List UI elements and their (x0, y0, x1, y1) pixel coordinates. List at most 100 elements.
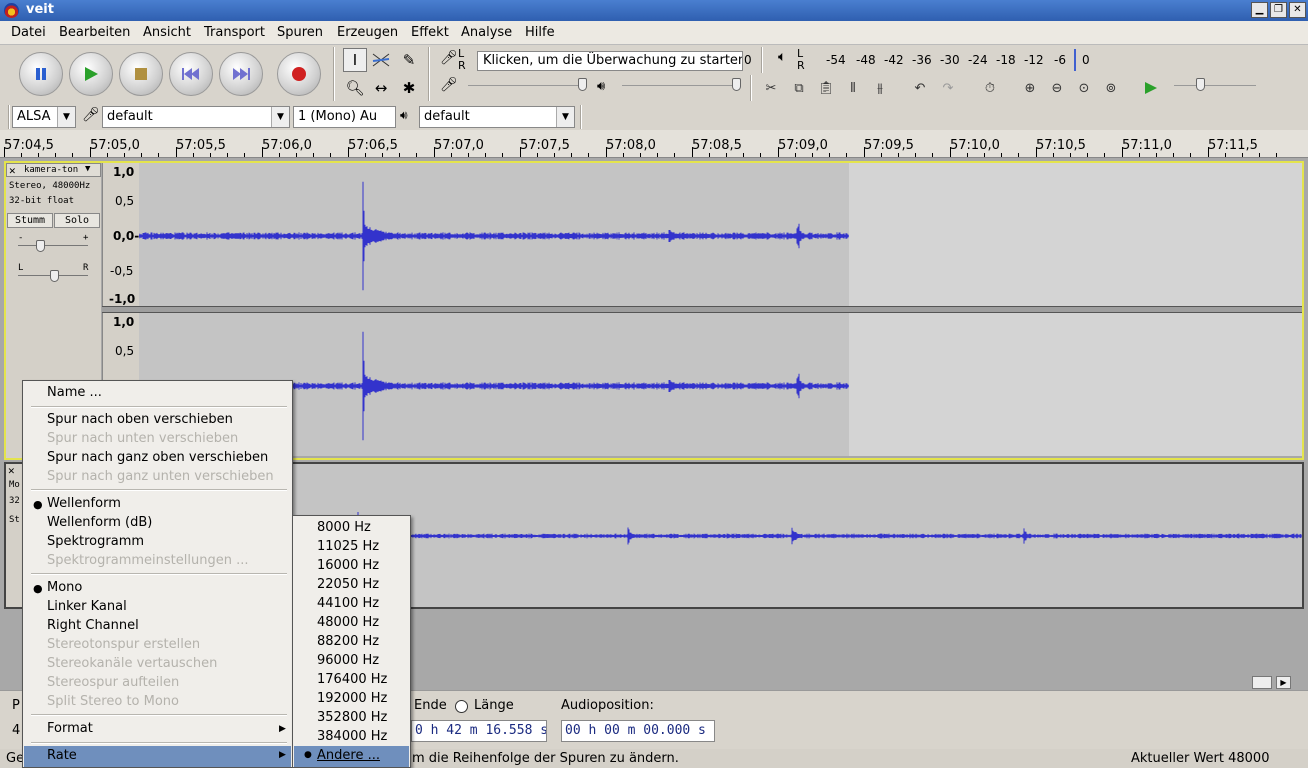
fit-selection-icon[interactable]: ⊙ (1071, 76, 1097, 100)
rate-item[interactable]: 96000 Hz (317, 653, 379, 668)
menu-item-spectrogram[interactable]: Spektrogramm (47, 534, 144, 549)
play-button[interactable] (69, 52, 113, 96)
play-meter-r: R (797, 59, 805, 72)
menu-item-name[interactable]: Name ... (47, 385, 102, 400)
rate-item[interactable]: 192000 Hz (317, 691, 387, 706)
rate-item[interactable]: 22050 Hz (317, 577, 379, 592)
slider-thumb[interactable] (1196, 78, 1205, 91)
playback-device-select[interactable]: default ▼ (419, 106, 575, 128)
rate-item[interactable]: 11025 Hz (317, 539, 379, 554)
rate-item[interactable]: 88200 Hz (317, 634, 379, 649)
rate-item[interactable]: 352800 Hz (317, 710, 387, 725)
sync-lock-icon[interactable]: ⏱ (977, 76, 1003, 100)
rate-item[interactable]: 44100 Hz (317, 596, 379, 611)
rate-item[interactable]: 384000 Hz (317, 729, 387, 744)
slider-thumb[interactable] (578, 78, 587, 91)
empty-track-area[interactable] (849, 163, 1302, 306)
rate-item[interactable]: 48000 Hz (317, 615, 379, 630)
vertical-scale-ch1[interactable]: 1,0 0,5 0,0- -0,5 -1,0 (102, 163, 139, 306)
copy-icon[interactable]: ⧉ (786, 76, 812, 100)
gain-slider[interactable] (18, 240, 88, 252)
menu-hilfe[interactable]: Hilfe (525, 25, 555, 40)
solo-button[interactable]: Solo (54, 213, 100, 228)
menu-item-move-top[interactable]: Spur nach ganz oben verschieben (47, 450, 268, 465)
menu-item-mono[interactable]: Mono (47, 580, 82, 595)
length-radio[interactable] (455, 700, 468, 713)
empty-track-area[interactable] (849, 313, 1302, 456)
maximize-button[interactable]: ❐ (1270, 2, 1287, 18)
rate-item[interactable]: 16000 Hz (317, 558, 379, 573)
menu-spuren[interactable]: Spuren (277, 25, 323, 40)
pause-button[interactable] (19, 52, 63, 96)
ruler-tick-mark (1259, 153, 1260, 157)
menu-item-rate[interactable]: Rate ▶ (24, 746, 291, 767)
monitor-prompt[interactable]: Klicken, um die Überwachung zu starten (477, 51, 743, 71)
record-button[interactable] (277, 52, 321, 96)
selection-tool-icon[interactable]: I (343, 48, 367, 72)
pan-slider[interactable] (18, 270, 88, 282)
slider-thumb[interactable] (36, 240, 45, 252)
cut-icon[interactable]: ✂ (758, 76, 784, 100)
envelope-tool-icon[interactable] (369, 48, 393, 72)
mute-button[interactable]: Stumm (7, 213, 53, 228)
minimize-button[interactable]: ▁ (1251, 2, 1268, 18)
ruler-tick-mark (1053, 153, 1054, 157)
toolbar-separator (750, 75, 752, 101)
menu-erzeugen[interactable]: Erzeugen (337, 25, 398, 40)
menu-item-format[interactable]: Format (47, 721, 93, 736)
multi-tool-icon[interactable]: ✱ (397, 76, 421, 100)
menu-item-waveform[interactable]: Wellenform (47, 496, 121, 511)
play-at-speed-icon[interactable] (1138, 76, 1164, 100)
ruler-tick-mark (829, 153, 830, 157)
draw-tool-icon[interactable]: ✎ (397, 48, 421, 72)
paste-icon[interactable]: 📋︎ (813, 76, 839, 100)
redo-icon[interactable]: ↷ (935, 76, 961, 100)
timeshift-tool-icon[interactable]: ↔ (369, 76, 393, 100)
play-speed-slider[interactable] (1174, 78, 1256, 91)
menu-item-right-channel[interactable]: Right Channel (47, 618, 139, 633)
time-ruler[interactable]: 57:04,5 57:05,0 57:05,5 57:06,0 57:06,5 57:07… (0, 130, 1308, 158)
menu-ansicht[interactable]: Ansicht (143, 25, 191, 40)
playback-meter[interactable]: -54 -48 -42 -36 -30 -24 -18 -12 -6 0 (808, 49, 1098, 73)
stop-button[interactable] (119, 52, 163, 96)
track-1-title-bar[interactable]: ✕ kamera-ton ▼ (6, 163, 101, 177)
audio-host-select[interactable]: ALSA ▼ (12, 106, 76, 128)
menu-item-waveform-db[interactable]: Wellenform (dB) (47, 515, 152, 530)
menu-item-left-channel[interactable]: Linker Kanal (47, 599, 127, 614)
zoom-out-icon[interactable]: ⊖ (1044, 76, 1070, 100)
scroll-right-icon[interactable]: ▶ (1276, 676, 1291, 689)
audio-position-field[interactable]: 00 h 00 m 00.000 s (561, 720, 715, 742)
undo-icon[interactable]: ↶ (907, 76, 933, 100)
zoom-in-icon[interactable]: ⊕ (1017, 76, 1043, 100)
trim-icon[interactable]: ⫴ (840, 76, 866, 100)
track-menu-chevron-icon[interactable]: ▼ (85, 164, 90, 174)
menu-datei[interactable]: Datei (11, 25, 46, 40)
slider-thumb[interactable] (732, 78, 741, 91)
track-2-mute[interactable]: St (9, 515, 20, 525)
output-volume-slider[interactable] (622, 78, 741, 91)
recording-device-select[interactable]: default ▼ (102, 106, 290, 128)
close-button[interactable]: ✕ (1289, 2, 1306, 18)
menu-effekt[interactable]: Effekt (411, 25, 449, 40)
hscroll-thumb[interactable] (1252, 676, 1272, 689)
menu-transport[interactable]: Transport (204, 25, 265, 40)
track-close-icon[interactable]: ✕ (8, 464, 15, 477)
slider-thumb[interactable] (50, 270, 59, 282)
menu-item-move-up[interactable]: Spur nach oben verschieben (47, 412, 233, 427)
input-volume-slider[interactable] (468, 78, 587, 91)
selection-end-field[interactable]: 0 h 42 m 16.558 s (411, 720, 547, 742)
rate-item[interactable]: 176400 Hz (317, 672, 387, 687)
menu-bearbeiten[interactable]: Bearbeiten (59, 25, 130, 40)
skip-to-end-button[interactable] (219, 52, 263, 96)
zoom-tool-icon[interactable]: 🔍︎ (343, 76, 367, 100)
recording-channels-select[interactable]: 1 (Mono) Au (293, 106, 396, 128)
track-close-icon[interactable]: ✕ (9, 164, 16, 177)
recording-device-value: default (107, 109, 153, 124)
rate-item-other[interactable]: ● Andere ... (294, 746, 409, 767)
fit-project-icon[interactable]: ⊚ (1098, 76, 1124, 100)
silence-icon[interactable]: ⫵ (867, 76, 893, 100)
skip-to-start-button[interactable] (169, 52, 213, 96)
menu-analyse[interactable]: Analyse (461, 25, 512, 40)
rate-item[interactable]: 8000 Hz (317, 520, 371, 535)
waveform-ch1[interactable] (138, 163, 849, 306)
